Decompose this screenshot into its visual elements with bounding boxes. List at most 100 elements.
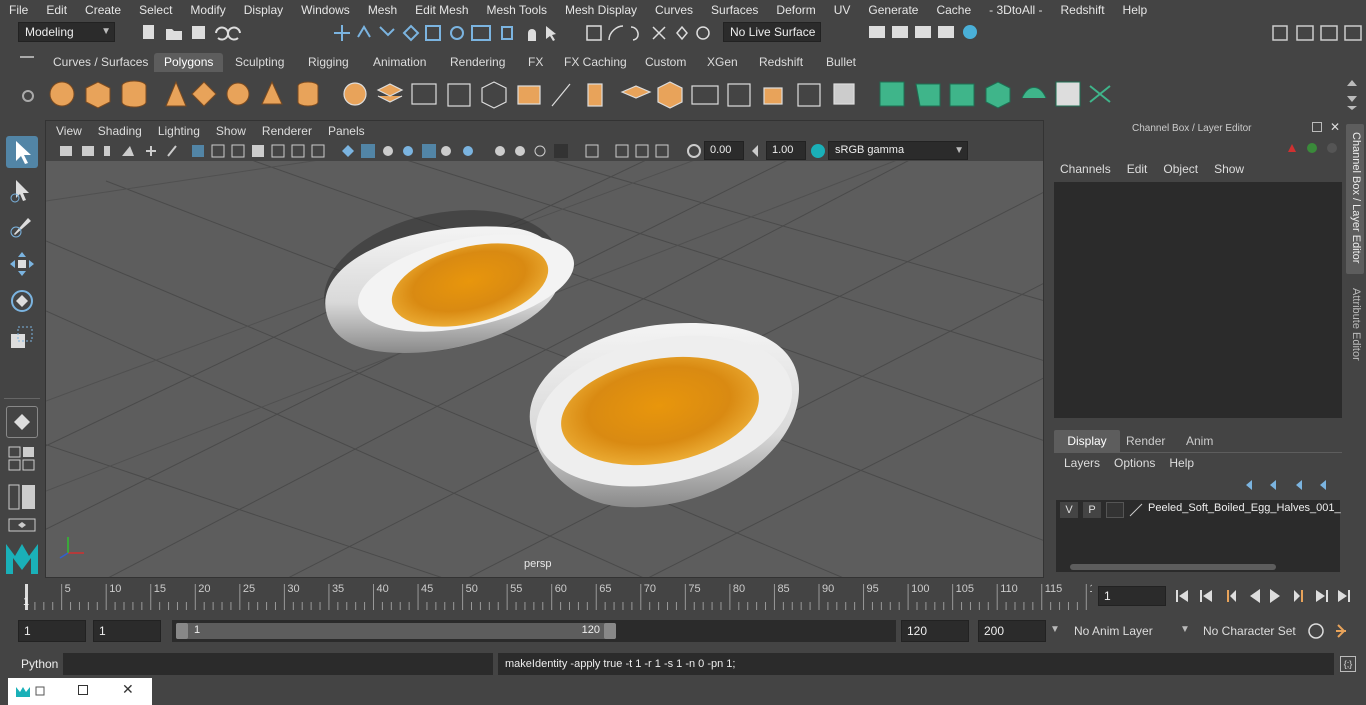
layer-menu-options[interactable]: Options (1114, 456, 1155, 470)
cb-menu-edit[interactable]: Edit (1127, 162, 1148, 176)
vp-menu-view[interactable]: View (48, 121, 90, 141)
chevron-down-icon[interactable]: ▼ (1180, 624, 1190, 635)
character-set-dropdown[interactable]: No Character Set (1196, 620, 1300, 642)
render-icons[interactable] (866, 23, 981, 43)
layer-menu-layers[interactable]: Layers (1064, 456, 1100, 470)
menu-redshift[interactable]: Redshift (1052, 0, 1114, 20)
menu-uv[interactable]: UV (825, 0, 860, 20)
menu-create[interactable]: Create (76, 0, 130, 20)
gamma-field[interactable]: 1.00 (766, 141, 806, 160)
menu-deform[interactable]: Deform (767, 0, 824, 20)
menu-select[interactable]: Select (130, 0, 181, 20)
vp-menu-renderer[interactable]: Renderer (254, 121, 320, 141)
play-forwards-icon[interactable] (1270, 589, 1280, 603)
shelf-tab-xgen[interactable]: XGen (697, 53, 748, 72)
layout-extra-button[interactable] (8, 518, 36, 532)
gamma-icon[interactable] (748, 143, 764, 159)
live-surface-field[interactable]: No Live Surface (723, 22, 821, 42)
step-forward-key-icon[interactable] (1294, 590, 1303, 602)
shelf-tab-curves-surfaces[interactable]: Curves / Surfaces (43, 53, 158, 72)
timeline-ruler[interactable]: 5 10 15 20 25 30 35 40 45 50 55 60 65 70 75 80 85 90 95 100… (20, 580, 1092, 612)
menu-windows[interactable]: Windows (292, 0, 359, 20)
menu-surfaces[interactable]: Surfaces (702, 0, 767, 20)
menu-modify[interactable]: Modify (181, 0, 234, 20)
move-tool-button[interactable] (6, 248, 38, 280)
cb-menu-show[interactable]: Show (1214, 162, 1244, 176)
playback-start-field[interactable]: 1 (93, 620, 161, 642)
layer-color-icon[interactable] (1128, 502, 1144, 518)
animation-end-field[interactable]: 200 (978, 620, 1046, 642)
selection-mask-icons[interactable] (332, 23, 562, 43)
shelf-tab-fx[interactable]: FX (518, 53, 553, 72)
cb-menu-object[interactable]: Object (1163, 162, 1198, 176)
workspace-icons[interactable] (1270, 23, 1366, 43)
playback-end-field[interactable]: 120 (901, 620, 969, 642)
exposure-field[interactable]: 0.00 (704, 141, 744, 160)
poly-primitive-icons[interactable] (46, 78, 336, 112)
shelf-tab-sculpting[interactable]: Sculpting (225, 53, 294, 72)
shelf-tab-rendering[interactable]: Rendering (440, 53, 515, 72)
menu-curves[interactable]: Curves (646, 0, 702, 20)
layer-playback-toggle[interactable]: P (1083, 502, 1101, 518)
vp-menu-lighting[interactable]: Lighting (150, 121, 208, 141)
color-space-dropdown[interactable]: sRGB gamma ▼ (828, 141, 968, 160)
time-slider[interactable]: 5 10 15 20 25 30 35 40 45 50 55 60 65 70 75 80 85 90 95 100… (0, 580, 1366, 615)
menu-display[interactable]: Display (235, 0, 292, 20)
rotate-tool-button[interactable] (6, 285, 38, 317)
exposure-icon[interactable] (686, 143, 702, 159)
range-slider-handle[interactable]: 1 120 (176, 623, 616, 639)
menu-generate[interactable]: Generate (859, 0, 927, 20)
current-frame-field[interactable]: 1 (1098, 586, 1166, 606)
shelf-settings-gear-icon[interactable] (22, 90, 34, 102)
tab-render[interactable]: Render (1126, 434, 1165, 448)
vp-menu-show[interactable]: Show (208, 121, 254, 141)
shelf-tab-polygons[interactable]: Polygons (154, 53, 224, 72)
snap-icons[interactable] (585, 23, 720, 43)
tab-anim[interactable]: Anim (1186, 434, 1213, 448)
script-editor-button[interactable]: {;} (1340, 656, 1356, 672)
menu-mesh-display[interactable]: Mesh Display (556, 0, 646, 20)
maximize-icon[interactable] (78, 685, 88, 695)
menu-3dtoall[interactable]: - 3DtoAll - (980, 0, 1051, 20)
range-left-grip[interactable] (176, 623, 188, 639)
step-forward-icon[interactable] (1316, 590, 1328, 602)
scale-tool-button[interactable] (6, 322, 38, 354)
vp-menu-shading[interactable]: Shading (90, 121, 150, 141)
shelf-scroll-icon[interactable] (1344, 76, 1360, 112)
viewport-scene[interactable] (46, 161, 1044, 578)
layout-outliner-button[interactable] (8, 484, 36, 510)
paint-tool-button[interactable] (6, 210, 38, 242)
layout-single-button[interactable] (6, 406, 38, 438)
lasso-tool-button[interactable] (6, 174, 38, 206)
chevron-down-icon[interactable]: ▼ (1050, 624, 1060, 635)
tab-display[interactable]: Display (1054, 430, 1120, 452)
vp-menu-panels[interactable]: Panels (320, 121, 373, 141)
key-prefs-icons[interactable] (1306, 621, 1356, 641)
range-slider[interactable]: 1 120 (172, 620, 896, 642)
menu-mesh[interactable]: Mesh (359, 0, 406, 20)
shelf-tab-redshift[interactable]: Redshift (749, 53, 813, 72)
anim-layer-dropdown[interactable]: No Anim Layer (1066, 620, 1174, 642)
layer-horizontal-scrollbar[interactable] (1056, 562, 1340, 572)
step-back-icon[interactable] (1200, 590, 1212, 602)
shelf-tab-fx-caching[interactable]: FX Caching (554, 53, 637, 72)
range-right-grip[interactable] (604, 623, 616, 639)
channel-list[interactable] (1054, 182, 1342, 418)
uv-tools-icons[interactable] (876, 78, 1116, 112)
file-tools-icons[interactable] (140, 23, 260, 43)
close-icon[interactable]: ✕ (1330, 120, 1340, 134)
menu-edit[interactable]: Edit (37, 0, 76, 20)
menu-file[interactable]: File (0, 0, 37, 20)
side-tab-channel-box[interactable]: Channel Box / Layer Editor (1346, 124, 1364, 274)
layer-type-toggle[interactable] (1106, 502, 1124, 518)
menu-edit-mesh[interactable]: Edit Mesh (406, 0, 477, 20)
menu-mesh-tools[interactable]: Mesh Tools (478, 0, 556, 20)
viewport-toolbar-icons[interactable] (56, 143, 686, 159)
mode-dropdown[interactable]: Modeling ▼ (18, 22, 115, 42)
egg-half-front[interactable] (522, 314, 806, 509)
step-back-key-icon[interactable] (1227, 590, 1236, 602)
play-backwards-icon[interactable] (1250, 589, 1260, 603)
shelf-tab-rigging[interactable]: Rigging (298, 53, 359, 72)
scrollbar-thumb[interactable] (1070, 564, 1276, 570)
poly-modeling-icons[interactable] (340, 78, 860, 112)
